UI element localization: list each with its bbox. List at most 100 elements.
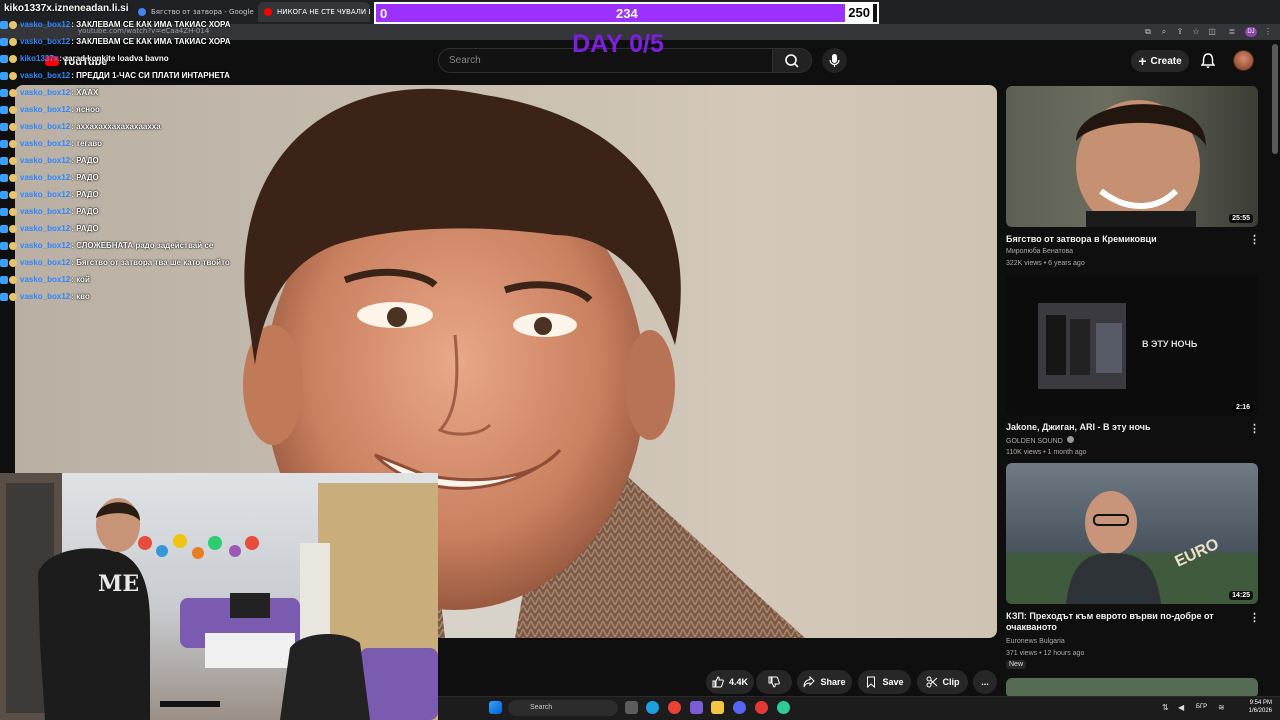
chat-message: vasko_box12: ЗАКЛЕВАМ СЕ КАК ИМА ТАКИАС … [0, 17, 230, 32]
create-button[interactable]: + Create [1131, 50, 1189, 72]
bookmark-star-icon[interactable]: ☆ [1190, 26, 1202, 38]
chat-username: vasko_box12 [20, 258, 71, 267]
taskbar-search[interactable]: Search [508, 700, 618, 716]
more-actions-button[interactable]: ... [973, 670, 997, 694]
network-icon[interactable]: ⇅ [1162, 703, 1169, 712]
profile-chip[interactable]: DJ [1245, 27, 1257, 37]
webcam-feed: ME [0, 473, 438, 720]
notifications-button[interactable] [1198, 51, 1218, 71]
emote-icon [9, 190, 17, 199]
taskbar-clock[interactable]: 9:54 PM 1/6/2026 [1240, 699, 1272, 715]
share-icon [803, 676, 816, 688]
wifi-icon[interactable]: ≋ [1218, 703, 1225, 712]
video-duration: 25:55 [1229, 214, 1253, 223]
edge-icon[interactable] [646, 701, 659, 714]
search-icon [785, 54, 799, 68]
task-view-icon[interactable] [625, 701, 638, 714]
thumbnail-image [1038, 303, 1126, 389]
emote-icon [9, 173, 17, 182]
chat-text: : тегаво [71, 139, 102, 148]
chat-badge-icon [0, 122, 8, 131]
install-icon[interactable]: ⧉ [1142, 26, 1154, 38]
more-options-icon[interactable]: ⋮ [1249, 422, 1260, 435]
recommendation-thumbnail[interactable] [1006, 678, 1258, 698]
recommendation-channel[interactable]: GOLDEN SOUND [1006, 436, 1074, 446]
chat-username: vasko_box12 [20, 292, 71, 301]
emote-icon [9, 241, 17, 250]
chat-badge-icon [0, 224, 8, 233]
emote-icon [9, 122, 17, 131]
chat-username: vasko_box12 [20, 173, 71, 182]
recommendation-title[interactable]: Jakone, Джиган, ARI - В эту ночь [1006, 422, 1246, 433]
app-icon[interactable] [690, 701, 703, 714]
new-badge: New [1006, 660, 1027, 669]
chat-message: vasko_box12: кой [0, 272, 90, 287]
language-indicator[interactable]: БГР [1196, 704, 1207, 710]
emote-icon [9, 292, 17, 301]
discord-icon[interactable] [733, 701, 746, 714]
chat-badge-icon [0, 88, 8, 97]
voice-search-button[interactable] [822, 48, 847, 73]
chat-text: : РАДО [71, 156, 99, 165]
share-label: Share [820, 677, 846, 687]
streamer-name-overlay: kiko1337x.izneneadan.li.si [4, 3, 129, 14]
chat-text: : ХААХ [71, 88, 99, 97]
search-button[interactable] [772, 48, 812, 73]
chat-username: kiko1337x [20, 54, 59, 63]
recommendation-meta: 371 views • 12 hours ago [1006, 650, 1085, 657]
chat-message: vasko_box12: РАДО [0, 187, 99, 202]
chat-text: : кой [71, 275, 90, 284]
recommendation-title[interactable]: КЗП: Преходът към еврото върви по-добре … [1006, 611, 1246, 633]
chat-username: vasko_box12 [20, 275, 71, 284]
chat-message: vasko_box12: ясноо [0, 102, 100, 117]
recommendation-channel[interactable]: Euronews Bulgaria [1006, 637, 1065, 646]
extensions-icon[interactable]: ◫ [1206, 26, 1218, 38]
recommendation-thumbnail[interactable]: EURO 14:25 [1006, 463, 1258, 604]
menu-icon[interactable]: ⋮ [1262, 26, 1274, 38]
tab-label: Бягство от затвора - Google Т [151, 8, 256, 16]
emote-icon [9, 156, 17, 165]
goal-progress-fill [376, 4, 847, 22]
emote-icon [9, 207, 17, 216]
app-icon[interactable] [755, 701, 768, 714]
chrome-icon[interactable] [668, 701, 681, 714]
chat-username: vasko_box12 [20, 207, 71, 216]
dislike-button[interactable] [756, 670, 792, 694]
chat-message: vasko_box12: ПРЕДДИ 1-ЧАС СИ ПЛАТИ ИНТАР… [0, 68, 230, 83]
clip-button[interactable]: Clip [917, 670, 968, 694]
app-icon[interactable] [777, 701, 790, 714]
chat-message: vasko_box12: ЗАКЛЕВАМ СЕ КАК ИМА ТАКИАС … [0, 34, 230, 49]
clock-date: 1/6/2026 [1248, 708, 1272, 714]
save-button[interactable]: Save [858, 670, 911, 694]
volume-icon[interactable]: ◀ [1178, 703, 1184, 712]
share-button[interactable]: Share [797, 670, 852, 694]
recommendation-channel[interactable]: Миролюба Бенатова [1006, 247, 1073, 256]
like-button[interactable]: 4.4K [706, 670, 754, 694]
chat-username: vasko_box12 [20, 105, 71, 114]
account-avatar[interactable] [1233, 50, 1254, 71]
create-label: Create [1150, 55, 1182, 67]
share-icon[interactable]: ⇪ [1174, 26, 1186, 38]
emote-icon [9, 71, 17, 80]
recommendation-title[interactable]: Бягство от затвора в Кремиковци [1006, 234, 1246, 245]
chat-username: vasko_box12 [20, 241, 71, 250]
shirt-print: ME [98, 571, 139, 597]
page-scrollbar[interactable] [1272, 44, 1278, 154]
goal-start: 0 [380, 6, 388, 21]
browser-tab-active[interactable]: НИКОГА НЕ СТЕ ЧУВАЛИ ИСТ × [258, 2, 370, 22]
windows-start-icon[interactable] [489, 701, 502, 714]
media-icon[interactable]: ≣ [1226, 26, 1238, 38]
zoom-icon[interactable]: ⌕ [1158, 26, 1170, 38]
file-explorer-icon[interactable] [711, 701, 724, 714]
chat-message: vasko_box12: тегаво [0, 136, 102, 151]
recommendation-thumbnail[interactable]: В ЭТУ НОЧЬ 2:16 [1006, 275, 1258, 416]
thumbnail-image: EURO [1006, 491, 1258, 604]
chat-username: vasko_box12 [20, 156, 71, 165]
chat-text: : ЗАКЛЕВАМ СЕ КАК ИМА ТАКИАС ХОРА [71, 20, 231, 29]
chat-message: kiko1337x: zarad konkite loadva bavno [0, 51, 169, 66]
chat-username: vasko_box12 [20, 190, 71, 199]
more-options-icon[interactable]: ⋮ [1249, 233, 1260, 246]
chat-text: : кво [71, 292, 90, 301]
recommendation-thumbnail[interactable]: 25:55 [1006, 86, 1258, 227]
more-options-icon[interactable]: ⋮ [1249, 611, 1260, 624]
